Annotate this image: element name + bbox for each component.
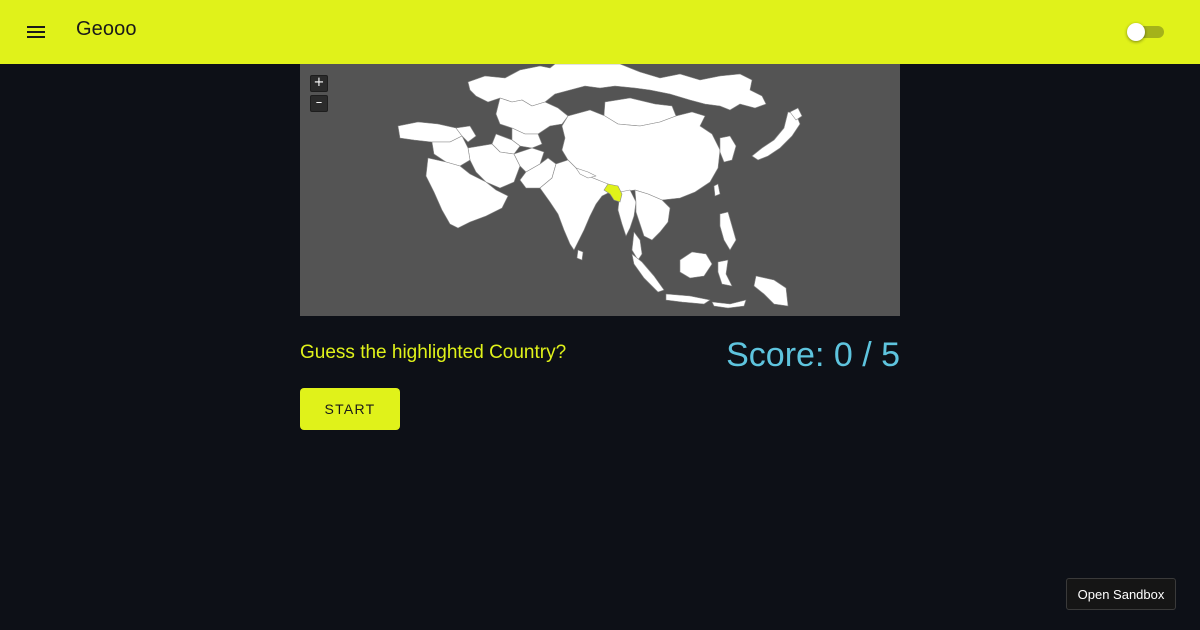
country-korea[interactable] <box>719 135 737 163</box>
country-sumatra[interactable] <box>631 253 665 293</box>
country-philippines[interactable] <box>719 211 737 251</box>
country-sulawesi[interactable] <box>717 259 733 287</box>
app-title: Geooo <box>76 18 137 40</box>
zoom-out-button[interactable]: – <box>310 95 328 112</box>
country-sri-lanka[interactable] <box>576 249 584 261</box>
country-turkey[interactable] <box>397 121 463 143</box>
question-text: Guess the highlighted Country? <box>300 342 567 363</box>
theme-toggle[interactable] <box>1126 22 1166 42</box>
country-japan[interactable] <box>751 111 801 161</box>
country-java[interactable] <box>665 293 711 305</box>
country-lesser-sunda[interactable] <box>711 299 747 309</box>
start-button[interactable]: START <box>300 388 400 430</box>
menu-button[interactable] <box>24 20 48 44</box>
world-map[interactable]: + – <box>300 64 900 316</box>
toggle-thumb[interactable] <box>1127 23 1145 41</box>
open-sandbox-button[interactable]: Open Sandbox <box>1066 578 1176 610</box>
app-bar: Geooo <box>0 0 1200 64</box>
country-new-guinea[interactable] <box>753 275 789 307</box>
score-display: Score: 0 / 5 <box>726 336 900 374</box>
map-canvas[interactable] <box>300 64 900 316</box>
country-taiwan[interactable] <box>713 183 721 197</box>
country-borneo[interactable] <box>679 251 713 279</box>
zoom-in-button[interactable]: + <box>310 75 328 92</box>
hamburger-icon <box>27 26 45 38</box>
